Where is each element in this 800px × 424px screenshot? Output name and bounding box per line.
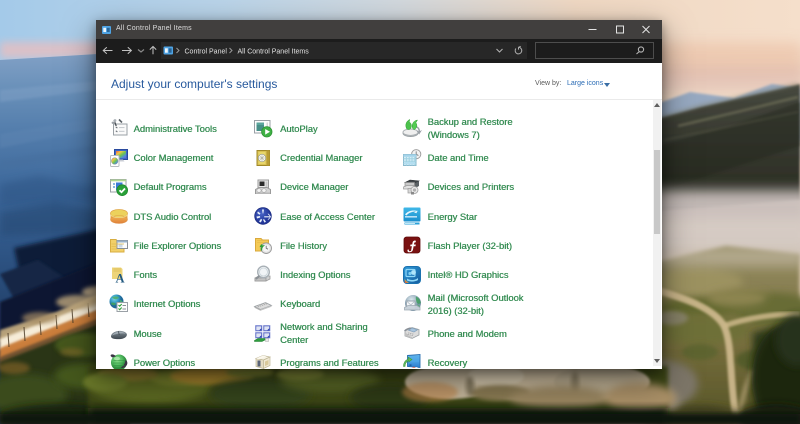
svg-text:Control Panel: Control Panel — [185, 48, 228, 55]
svg-text:A: A — [115, 271, 124, 285]
svg-text:All Control Panel Items: All Control Panel Items — [238, 48, 310, 55]
